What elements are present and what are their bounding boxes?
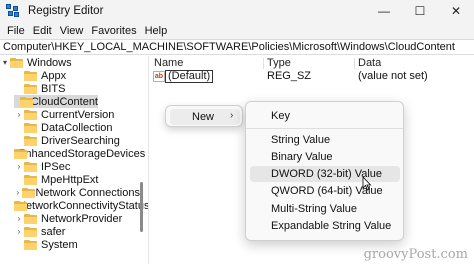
mouse-cursor-icon	[362, 177, 372, 191]
tree-item-label: MpeHttpExt	[41, 173, 99, 186]
submenu-divider	[246, 128, 403, 129]
folder-icon	[24, 135, 37, 146]
registry-editor-app-icon	[6, 4, 20, 18]
tree-item-mpehttpext[interactable]: MpeHttpExt	[14, 173, 140, 186]
tree-item-appx[interactable]: Appx	[14, 69, 140, 82]
column-divider[interactable]	[263, 58, 264, 69]
folder-icon	[24, 239, 37, 250]
context-menu-new-label: New	[192, 111, 215, 123]
tree-item-networkconnectivitystatusindicator[interactable]: NetworkConnectivityStatusIndicator	[14, 199, 148, 212]
address-bar[interactable]: Computer\HKEY_LOCAL_MACHINE\SOFTWARE\Pol…	[0, 39, 474, 55]
submenu-multi-string-value[interactable]: Multi-String Value	[250, 201, 400, 217]
tree-item-label: CurrentVersion	[41, 108, 115, 121]
close-button[interactable]: ✕	[438, 0, 474, 22]
chevron-right-icon[interactable]: ›	[14, 162, 24, 171]
maximize-button[interactable]: ☐	[402, 0, 438, 22]
menu-help[interactable]: Help	[141, 25, 172, 37]
context-menu: New ›	[165, 105, 243, 127]
value-row-default[interactable]: ab (Default) REG_SZ (value not set)	[149, 70, 474, 83]
tree-item-label: DataCollection	[41, 121, 113, 134]
menu-favorites[interactable]: Favorites	[87, 25, 140, 37]
menu-edit[interactable]: Edit	[29, 25, 56, 37]
tree-item-label: safer	[41, 225, 66, 238]
tree-item-currentversion[interactable]: › CurrentVersion	[14, 108, 140, 121]
tree-item-network-connections[interactable]: › Network Connections	[14, 186, 140, 199]
folder-icon	[24, 174, 37, 185]
minimize-button[interactable]: —	[366, 0, 402, 22]
tree-item-windows[interactable]: ▾ Windows	[0, 56, 140, 69]
menu-bar: File Edit View Favorites Help	[0, 22, 474, 39]
folder-icon	[24, 83, 37, 94]
submenu-expandable-string-value[interactable]: Expandable String Value	[250, 218, 400, 234]
folder-icon	[24, 213, 37, 224]
string-value-icon: ab	[153, 71, 165, 82]
tree-item-label: Appx	[41, 69, 67, 82]
folder-icon	[24, 122, 37, 133]
window-title: Registry Editor	[28, 5, 104, 17]
tree-item-enhancedstoragedevices[interactable]: EnhancedStorageDevices	[14, 147, 145, 160]
folder-icon	[19, 96, 33, 107]
folder-icon	[24, 109, 37, 120]
folder-icon	[21, 187, 35, 198]
tree-item-label: NetworkProvider	[41, 212, 123, 225]
tree-item-label: IPSec	[41, 160, 71, 173]
value-name: (Default)	[165, 70, 214, 83]
menu-view[interactable]: View	[56, 25, 88, 37]
tree-item-label: System	[41, 238, 78, 251]
value-type: REG_SZ	[267, 70, 312, 82]
tree-item-system[interactable]: System	[14, 238, 140, 251]
folder-icon	[24, 70, 37, 81]
new-submenu: Key String Value Binary Value DWORD (32-…	[245, 101, 404, 241]
tree-item-label: EnhancedStorageDevices	[18, 147, 146, 160]
tree-item-driversearching[interactable]: DriverSearching	[14, 134, 140, 147]
folder-icon	[10, 57, 23, 68]
tree-item-label: Network Connections	[35, 186, 140, 199]
column-header-name[interactable]: Name	[154, 56, 183, 70]
menu-file[interactable]: File	[3, 25, 29, 37]
tree-item-label: NetworkConnectivityStatusIndicator	[18, 199, 148, 212]
watermark: groovyPost.com	[363, 247, 468, 262]
submenu-dword-value[interactable]: DWORD (32-bit) Value	[250, 166, 400, 182]
value-data: (value not set)	[358, 70, 428, 82]
chevron-right-icon[interactable]: ›	[14, 110, 24, 119]
tree-item-networkprovider[interactable]: › NetworkProvider	[14, 212, 140, 225]
column-header-type[interactable]: Type	[267, 56, 291, 70]
chevron-right-icon[interactable]: ›	[14, 188, 22, 197]
tree-item-ipsec[interactable]: › IPSec	[14, 160, 140, 173]
tree-item-bits[interactable]: BITS	[14, 82, 140, 95]
registry-editor-window: Registry Editor — ☐ ✕ File Edit View Fav…	[0, 0, 474, 264]
folder-icon	[24, 226, 37, 237]
chevron-right-icon[interactable]: ›	[14, 214, 24, 223]
column-divider[interactable]	[354, 58, 355, 69]
chevron-right-icon: ›	[230, 110, 234, 121]
submenu-string-value[interactable]: String Value	[250, 132, 400, 148]
tree-item-datacollection[interactable]: DataCollection	[14, 121, 140, 134]
tree-item-cloudcontent[interactable]: CloudContent	[14, 95, 98, 108]
tree-item-label: CloudContent	[30, 95, 98, 108]
context-menu-new[interactable]: New ›	[170, 109, 240, 125]
tree-scrollbar-thumb[interactable]	[140, 182, 143, 232]
chevron-right-icon[interactable]: ›	[14, 227, 24, 236]
chevron-down-icon[interactable]: ▾	[0, 58, 10, 67]
submenu-key[interactable]: Key	[250, 108, 400, 124]
registry-tree: ▾ Windows Appx BITS CloudContent › Curre…	[0, 56, 148, 264]
tree-item-label: DriverSearching	[41, 134, 120, 147]
submenu-binary-value[interactable]: Binary Value	[250, 149, 400, 165]
tree-item-label: Windows	[27, 56, 72, 69]
folder-icon	[24, 161, 37, 172]
tree-item-label: BITS	[41, 82, 66, 95]
title-bar[interactable]: Registry Editor — ☐ ✕	[0, 0, 474, 22]
column-header-data[interactable]: Data	[358, 56, 381, 70]
tree-item-safer[interactable]: › safer	[14, 225, 140, 238]
submenu-qword-value[interactable]: QWORD (64-bit) Value	[250, 183, 400, 199]
